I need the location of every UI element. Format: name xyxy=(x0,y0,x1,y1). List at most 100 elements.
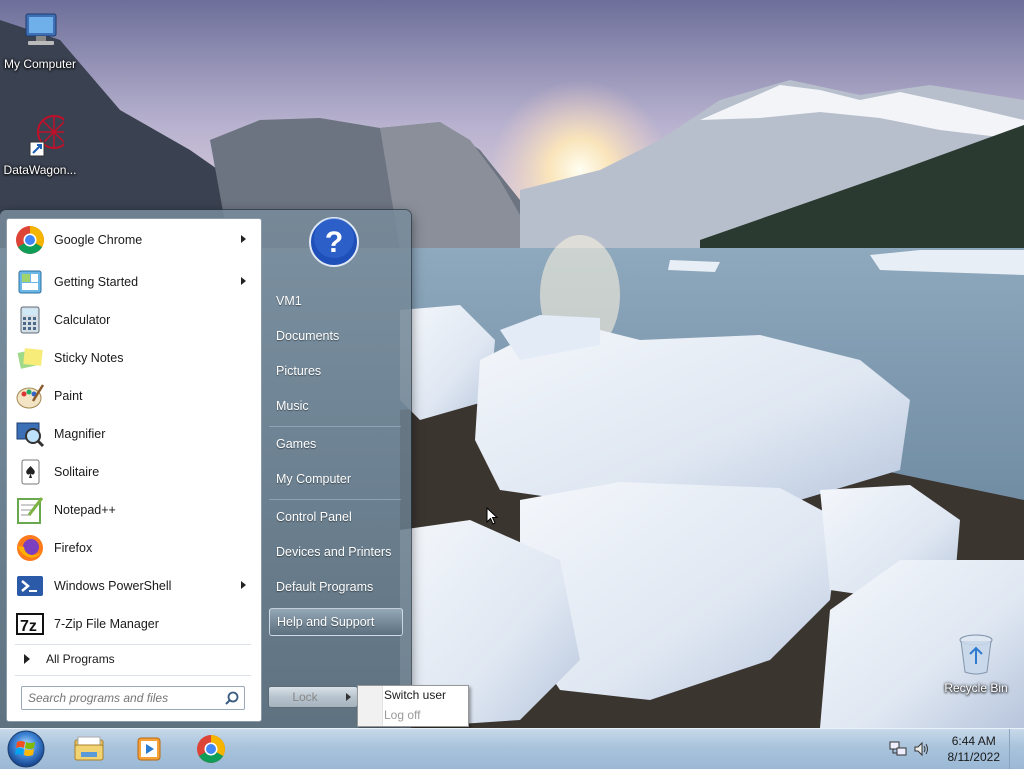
place-label: Help and Support xyxy=(277,615,375,629)
program-windows-powershell[interactable]: Windows PowerShell xyxy=(10,568,258,604)
taskbar-explorer-button[interactable] xyxy=(62,731,116,767)
program-label: Notepad++ xyxy=(54,503,116,517)
chrome-icon xyxy=(14,224,46,256)
solitaire-icon xyxy=(14,456,46,488)
program-magnifier[interactable]: Magnifier xyxy=(10,416,258,452)
paint-icon xyxy=(14,380,46,412)
divider xyxy=(15,675,251,676)
program-label: Paint xyxy=(54,389,83,403)
search-box[interactable] xyxy=(21,686,245,710)
clock[interactable]: 6:44 AM 8/11/2022 xyxy=(948,733,1001,765)
windows-explorer-icon xyxy=(74,736,104,761)
place-label: My Computer xyxy=(276,472,352,486)
divider xyxy=(269,426,401,427)
place-devices-and-printers[interactable]: Devices and Printers xyxy=(269,538,403,566)
power-options-arrow-button[interactable] xyxy=(341,686,358,708)
program-sticky-notes[interactable]: Sticky Notes xyxy=(10,340,258,376)
search-icon[interactable] xyxy=(224,690,240,706)
7zip-icon: 7z xyxy=(14,608,46,640)
computer-icon xyxy=(25,13,57,45)
magnifier-icon xyxy=(14,418,46,450)
search-input[interactable] xyxy=(28,690,218,706)
place-label: Default Programs xyxy=(276,580,374,594)
place-label: Games xyxy=(276,437,317,451)
all-programs-label: All Programs xyxy=(46,652,115,666)
place-control-panel[interactable]: Control Panel xyxy=(269,503,403,531)
submenu-arrow-icon[interactable] xyxy=(241,235,246,243)
place-default-programs[interactable]: Default Programs xyxy=(269,573,403,601)
program-solitaire[interactable]: Solitaire xyxy=(10,454,258,490)
powershell-icon xyxy=(14,570,46,602)
calculator-icon xyxy=(14,304,46,336)
place-my-computer[interactable]: My Computer xyxy=(269,465,403,493)
program-label: Sticky Notes xyxy=(54,351,124,365)
place-label: VM1 xyxy=(276,294,302,308)
program-label: Google Chrome xyxy=(54,233,143,247)
svg-text:?: ? xyxy=(325,226,343,259)
program-google-chrome[interactable]: Google Chrome xyxy=(10,222,258,258)
lock-button[interactable]: Lock xyxy=(268,686,342,708)
programs-pane: Google Chrome Getting Started Calculator xyxy=(6,218,262,722)
start-button-windows-icon[interactable] xyxy=(4,729,48,769)
program-label: Getting Started xyxy=(54,275,139,289)
svg-text:7z: 7z xyxy=(20,618,37,635)
place-games[interactable]: Games xyxy=(269,430,403,458)
place-vm1[interactable]: VM1 xyxy=(269,287,403,315)
mouse-cursor-icon xyxy=(486,507,498,525)
taskbar-media-player-button[interactable] xyxy=(122,731,176,767)
program-paint[interactable]: Paint xyxy=(10,378,258,414)
place-pictures[interactable]: Pictures xyxy=(269,357,403,385)
firefox-icon xyxy=(14,532,46,564)
desktop-icon-label: DataWagon... xyxy=(3,163,77,177)
log-off-menu-item[interactable]: Log off xyxy=(384,708,420,722)
place-label: Pictures xyxy=(276,364,322,378)
desktop: My Computer DataWagon... Recycle Bin Goo… xyxy=(0,0,1024,728)
place-label: Documents xyxy=(276,329,340,343)
taskbar: 6:44 AM 8/11/2022 xyxy=(0,728,1024,769)
program-calculator[interactable]: Calculator xyxy=(10,302,258,338)
program-firefox[interactable]: Firefox xyxy=(10,530,258,566)
divider xyxy=(269,499,401,500)
expand-arrow-icon xyxy=(24,654,30,664)
place-documents[interactable]: Documents xyxy=(269,322,403,350)
show-desktop-button[interactable] xyxy=(1009,729,1024,769)
all-programs-button[interactable]: All Programs xyxy=(10,645,258,673)
place-help-and-support[interactable]: Help and Support xyxy=(269,608,403,636)
desktop-icon-label: Recycle Bin xyxy=(944,681,1008,695)
desktop-icon-my-computer[interactable]: My Computer xyxy=(0,10,80,71)
place-label: Devices and Printers xyxy=(276,545,392,559)
getting-started-icon xyxy=(14,266,46,298)
program-getting-started[interactable]: Getting Started xyxy=(10,264,258,300)
notepadpp-icon xyxy=(14,494,46,526)
chevron-right-icon xyxy=(346,693,351,701)
desktop-icon-datawagon[interactable]: DataWagon... xyxy=(0,112,80,177)
place-label: Music xyxy=(276,399,309,413)
power-options-menu: Switch user Log off xyxy=(357,685,469,727)
sticky-notes-icon xyxy=(14,342,46,374)
program-label: Firefox xyxy=(54,541,93,555)
desktop-icon-label: My Computer xyxy=(3,57,77,71)
switch-user-menu-item[interactable]: Switch user xyxy=(384,688,446,702)
places-pane: ? VM1 Documents Pictures Music Games My … xyxy=(262,210,411,728)
clock-date: 8/11/2022 xyxy=(947,750,1001,764)
program-label: Calculator xyxy=(54,313,111,327)
start-menu: Google Chrome Getting Started Calculator xyxy=(0,210,411,728)
help-icon: ? xyxy=(309,217,359,267)
clock-time: 6:44 AM xyxy=(951,734,996,748)
place-label: Control Panel xyxy=(276,510,352,524)
chrome-icon xyxy=(197,735,225,763)
program-label: Solitaire xyxy=(54,465,100,479)
taskbar-chrome-button[interactable] xyxy=(184,731,238,767)
desktop-icon-recycle-bin[interactable]: Recycle Bin xyxy=(936,632,1016,695)
place-music[interactable]: Music xyxy=(269,392,403,420)
recycle-bin-icon xyxy=(959,634,993,675)
submenu-arrow-icon[interactable] xyxy=(241,581,246,589)
volume-icon[interactable] xyxy=(913,741,931,757)
program-label: 7-Zip File Manager xyxy=(54,617,159,631)
submenu-arrow-icon[interactable] xyxy=(241,277,246,285)
program-7zip[interactable]: 7z 7-Zip File Manager xyxy=(10,606,258,642)
network-icon[interactable] xyxy=(889,741,907,757)
menu-icon-strip xyxy=(358,686,383,726)
program-notepadpp[interactable]: Notepad++ xyxy=(10,492,258,528)
program-label: Magnifier xyxy=(54,427,106,441)
